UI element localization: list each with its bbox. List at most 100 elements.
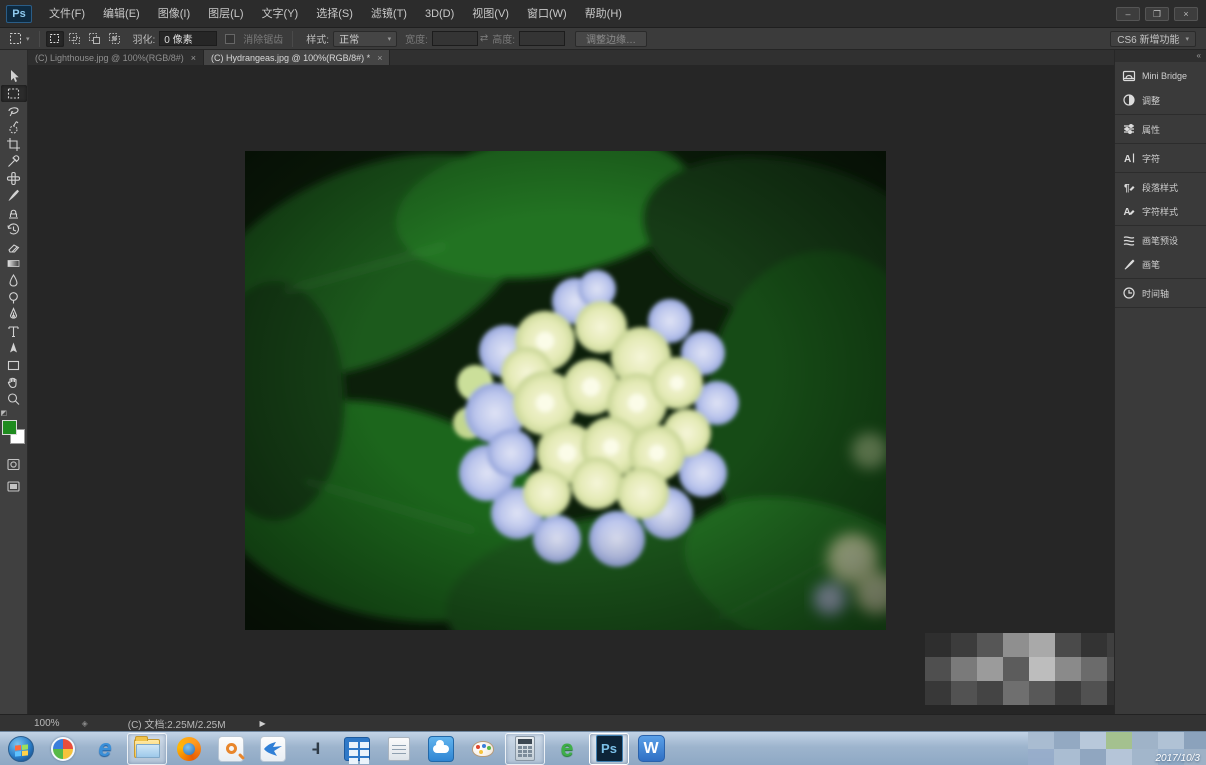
panel-paragraph-styles[interactable]: ¶ 段落样式 [1115,175,1206,199]
default-colors-icon[interactable]: ◩ [1,409,8,417]
tool-path-selection[interactable] [1,340,27,357]
menu-type[interactable]: 文字(Y) [253,0,308,28]
menu-view[interactable]: 视图(V) [463,0,518,28]
menu-help[interactable]: 帮助(H) [576,0,631,28]
taskbar-sogou-search[interactable] [211,733,251,765]
panel-properties[interactable]: 属性 [1115,117,1206,141]
firefox-icon [177,737,201,761]
tool-pen[interactable] [1,306,27,323]
taskbar-360-browser[interactable] [43,733,83,765]
windows-logo-icon [8,736,34,762]
panel-brush[interactable]: 画笔 [1115,252,1206,276]
start-button[interactable] [1,733,41,765]
tool-move[interactable] [1,68,27,85]
tool-eraser[interactable] [1,238,27,255]
new-selection-mode-button[interactable] [46,31,64,47]
swap-dimensions-icon[interactable]: ⇄ [480,33,488,44]
screen-mode-button[interactable] [1,478,27,494]
height-input[interactable] [519,31,565,46]
taskbar-notepad[interactable] [379,733,419,765]
tool-quick-selection[interactable] [1,119,27,136]
add-selection-mode-button[interactable] [66,31,84,47]
panel-timeline[interactable]: 时间轴 [1115,281,1206,305]
menu-select[interactable]: 选择(S) [307,0,362,28]
tool-gradient[interactable] [1,255,27,272]
tool-crop[interactable] [1,136,27,153]
panel-character-styles[interactable]: A 字符样式 [1115,199,1206,223]
panel-character[interactable]: A 字符 [1115,146,1206,170]
tool-type[interactable] [1,323,27,340]
tool-brush[interactable] [1,187,27,204]
close-icon[interactable]: × [377,53,382,63]
tool-history-brush[interactable] [1,221,27,238]
taskbar-windows-explorer[interactable] [127,733,167,765]
taskbar-input-method[interactable]: -I [295,733,335,765]
tool-hand[interactable] [1,374,27,391]
marquee-preset-icon [8,31,23,46]
menu-window[interactable]: 窗口(W) [518,0,576,28]
brush-presets-icon [1122,233,1136,247]
subtract-selection-mode-button[interactable] [86,31,104,47]
close-button[interactable]: × [1174,7,1198,21]
panel-brush-presets[interactable]: 画笔预设 [1115,228,1206,252]
minimize-button[interactable]: – [1116,7,1140,21]
menu-3d[interactable]: 3D(D) [416,0,463,28]
tab-hydrangeas[interactable]: (C) Hydrangeas.jpg @ 100%(RGB/8#) * × [204,50,390,65]
brush-icon [6,188,21,203]
status-options-arrow[interactable]: ▶ [260,719,266,728]
menu-image[interactable]: 图像(I) [149,0,199,28]
taskbar-calculator[interactable] [505,733,545,765]
tool-dodge[interactable] [1,289,27,306]
intersect-selection-mode-button[interactable] [106,31,124,47]
feather-label: 羽化: [133,31,156,46]
collapse-panels-button[interactable]: « [1115,50,1206,62]
panel-label: 字符 [1142,152,1160,165]
feather-input[interactable] [159,31,217,46]
style-select[interactable]: 正常 ▾ [333,31,397,47]
hydrangeas-photo[interactable] [245,151,886,630]
workspace-switcher[interactable]: CS6 新增功能 ▾ [1110,31,1196,47]
photoshop-window: Ps 文件(F) 编辑(E) 图像(I) 图层(L) 文字(Y) 选择(S) 滤… [0,0,1206,765]
taskbar-green-browser[interactable]: e [547,733,587,765]
tool-blur[interactable] [1,272,27,289]
close-icon[interactable]: × [191,53,196,63]
refine-edge-button[interactable]: 调整边缘… [575,31,647,47]
taskbar-cloud-app[interactable] [421,733,461,765]
tab-lighthouse[interactable]: (C) Lighthouse.jpg @ 100%(RGB/8#) × [28,50,204,65]
taskbar-thunder[interactable] [253,733,293,765]
tool-eyedropper[interactable] [1,153,27,170]
taskbar-wps-writer[interactable]: W [631,733,671,765]
panel-adjustments[interactable]: 调整 [1115,88,1206,112]
taskbar-photoshop[interactable]: Ps [589,733,629,765]
menu-filter[interactable]: 滤镜(T) [362,0,416,28]
menu-edit[interactable]: 编辑(E) [94,0,149,28]
wps-w-icon: W [638,735,665,762]
panel-mini-bridge[interactable]: Mini Bridge [1115,64,1206,88]
system-tray[interactable]: 2017/10/3 [1028,732,1206,765]
width-input[interactable] [432,31,478,46]
taskbar-firefox[interactable] [169,733,209,765]
canvas-area[interactable] [28,65,1114,714]
taskbar-paint-app[interactable] [463,733,503,765]
taskbar-internet-explorer[interactable]: e [85,733,125,765]
tool-preset-picker[interactable]: ▾ [0,31,34,46]
menu-file[interactable]: 文件(F) [40,0,94,28]
tool-rectangular-marquee[interactable] [1,85,27,102]
chevron-down-icon: ▾ [1185,35,1189,43]
tool-zoom[interactable] [1,391,27,408]
tool-rectangle-shape[interactable] [1,357,27,374]
antialias-label: 消除锯齿 [243,31,283,46]
tool-lasso[interactable] [1,102,27,119]
tool-clone-stamp[interactable] [1,204,27,221]
restore-button[interactable]: ❐ [1145,7,1169,21]
antialias-checkbox[interactable] [225,34,235,44]
quick-mask-button[interactable] [1,456,27,472]
divider [292,31,293,47]
foreground-color-swatch[interactable] [2,420,17,435]
taskbar-video-player[interactable] [337,733,377,765]
windows-taskbar: e -I e Ps W 2017/10/3 [0,731,1206,765]
tool-spot-healing-brush[interactable] [1,170,27,187]
menu-layer[interactable]: 图层(L) [199,0,252,28]
notepad-icon [388,737,410,761]
zoom-level-field[interactable]: 100% [34,718,60,729]
